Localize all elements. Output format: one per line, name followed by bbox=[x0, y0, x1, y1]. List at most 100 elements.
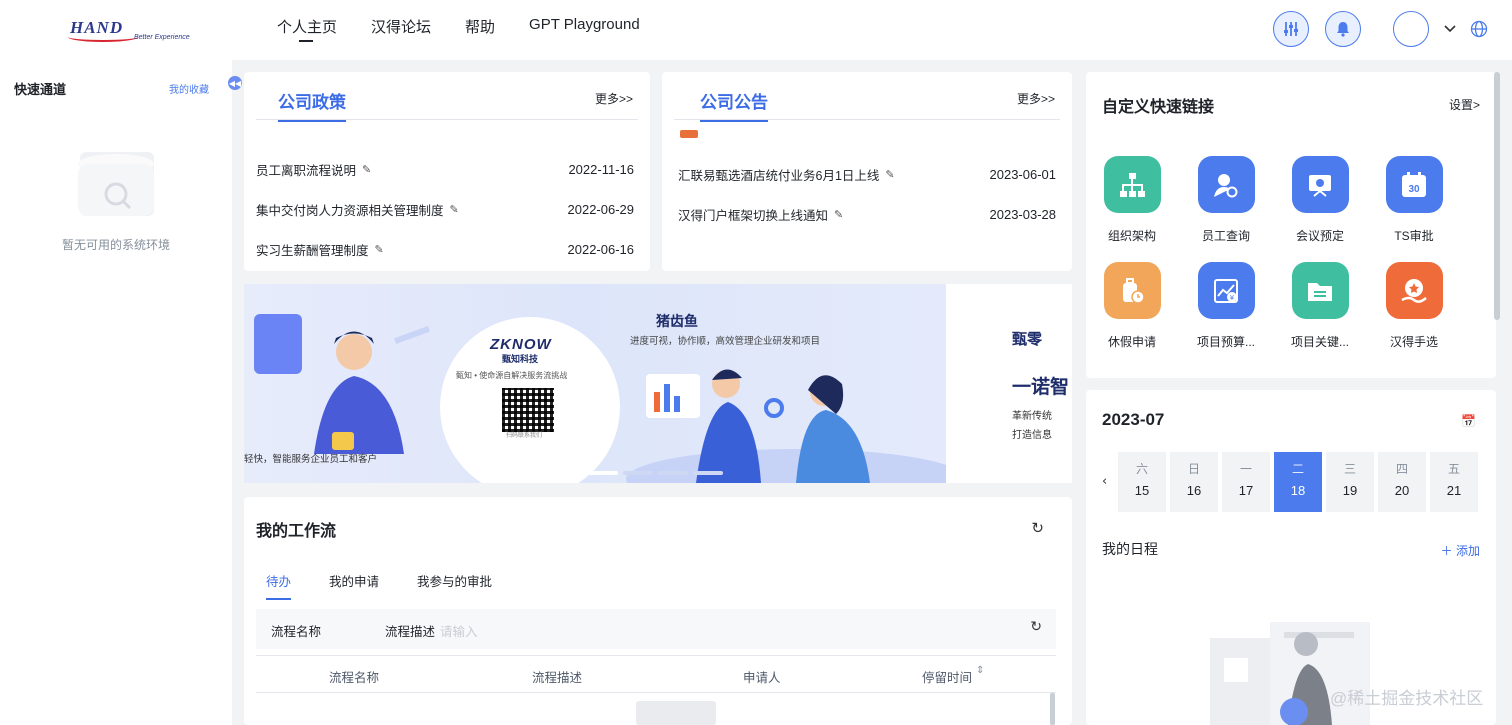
quick-link-label: 组织架构 bbox=[1107, 229, 1156, 243]
notice-row[interactable]: 汉得门户框架切换上线通知 ✎ 2023-03-28 bbox=[678, 204, 1056, 224]
nav-gpt-playground[interactable]: GPT Playground bbox=[529, 16, 640, 38]
qr-code bbox=[502, 388, 554, 432]
folder-icon bbox=[1291, 262, 1349, 319]
banner-next-title: 一诺智 bbox=[1012, 377, 1070, 398]
tab-my-approvals[interactable]: 我参与的审批 bbox=[417, 571, 492, 600]
quick-link-item[interactable]: 项目关键... bbox=[1280, 262, 1360, 350]
policy-row[interactable]: 员工离职流程说明 ✎ 2022-11-16 bbox=[256, 159, 634, 179]
promo-banner[interactable]: 轻快，智能服务企业员工和客户 ZKNOW 甄知科技 甄知 • 使命源自解决服务流… bbox=[244, 284, 1072, 483]
settings-sliders-button[interactable] bbox=[1273, 11, 1309, 47]
nav-forum[interactable]: 汉得论坛 bbox=[371, 16, 431, 38]
user-search-icon bbox=[1197, 156, 1255, 213]
collapse-sidebar-button[interactable]: ◀◀ bbox=[228, 76, 242, 90]
policy-row[interactable]: 集中交付岗人力资源相关管理制度 ✎ 2022-06-29 bbox=[256, 199, 634, 219]
policy-row-title[interactable]: 员工离职流程说明 bbox=[256, 160, 356, 179]
policy-row-title[interactable]: 集中交付岗人力资源相关管理制度 bbox=[256, 200, 444, 219]
nav-home[interactable]: 个人主页 bbox=[277, 16, 337, 42]
workflow-tabs: 待办 我的申请 我参与的审批 bbox=[266, 571, 492, 600]
page-scrollbar[interactable] bbox=[1494, 72, 1500, 320]
calendar-day[interactable]: 四 20 bbox=[1378, 452, 1426, 512]
calendar-prev-button[interactable]: ‹ bbox=[1102, 474, 1107, 489]
quick-links-header: 自定义快速链接 设置> bbox=[1102, 72, 1480, 132]
quick-link-label: 员工查询 bbox=[1201, 229, 1250, 243]
calendar-icon[interactable]: 📅 bbox=[1461, 414, 1476, 428]
sort-icon[interactable]: ⇕ bbox=[976, 665, 984, 676]
calendar-weekday: 六 bbox=[1135, 462, 1148, 476]
calendar-weekday: 日 bbox=[1187, 462, 1200, 476]
quick-link-label: 会议预定 bbox=[1295, 229, 1344, 243]
quick-link-item[interactable]: 汉得手选 bbox=[1374, 262, 1454, 350]
policy-more-link[interactable]: 更多>> bbox=[595, 90, 633, 107]
org-chart-icon bbox=[1103, 156, 1161, 213]
my-schedule-title: 我的日程 bbox=[1102, 541, 1158, 557]
calendar-week-strip: 六 15 日 16 一 17 二 18 三 19 四 20 五 21 bbox=[1118, 452, 1478, 512]
tab-my-requests[interactable]: 我的申请 bbox=[329, 571, 379, 600]
quick-links-settings[interactable]: 设置> bbox=[1449, 96, 1480, 113]
tab-company-policy[interactable]: 公司政策 bbox=[278, 88, 346, 122]
tab-todo[interactable]: 待办 bbox=[266, 571, 292, 600]
quick-link-label: 休假申请 bbox=[1107, 335, 1156, 349]
hand-logo[interactable]: HAND Better Experience bbox=[68, 14, 198, 46]
carousel-dot[interactable] bbox=[658, 471, 688, 475]
empty-state-illustration bbox=[78, 152, 154, 216]
quick-link-item[interactable]: 休假申请 bbox=[1092, 262, 1172, 350]
col-stay-time[interactable]: 停留时间 bbox=[922, 667, 972, 686]
notice-row-date: 2023-03-28 bbox=[989, 206, 1057, 222]
quick-link-item[interactable]: 组织架构 bbox=[1092, 156, 1172, 244]
calendar-date: 19 bbox=[1342, 483, 1358, 498]
add-schedule-button[interactable]: ＋ 添加 bbox=[1441, 542, 1480, 559]
filter-process-desc-input[interactable]: 请输入 bbox=[440, 621, 478, 640]
empty-schedule-illustration bbox=[1210, 622, 1370, 725]
quick-link-item[interactable]: 30 TS审批 bbox=[1374, 156, 1454, 244]
filter-reset-icon[interactable]: ↻ bbox=[1030, 618, 1042, 635]
calendar-weekday: 二 bbox=[1291, 462, 1304, 476]
calendar-day[interactable]: 日 16 bbox=[1170, 452, 1218, 512]
calendar-day[interactable]: 二 18 bbox=[1274, 452, 1322, 512]
quick-link-item[interactable]: 员工查询 bbox=[1186, 156, 1266, 244]
chevron-left-icon: ‹ bbox=[1102, 474, 1108, 489]
calendar-weekday: 三 bbox=[1343, 462, 1356, 476]
calendar-day[interactable]: 六 15 bbox=[1118, 452, 1166, 512]
empty-state-text: 暂无可用的系统环境 bbox=[61, 238, 170, 252]
tab-company-notice[interactable]: 公司公告 bbox=[700, 88, 768, 122]
main-nav: 个人主页 汉得论坛 帮助 GPT Playground bbox=[277, 16, 640, 42]
calendar-date: 21 bbox=[1446, 483, 1462, 498]
quick-link-item[interactable]: 会议预定 bbox=[1280, 156, 1360, 244]
calendar-date: 17 bbox=[1238, 483, 1254, 498]
favorites-link[interactable]: 我的收藏 bbox=[169, 81, 209, 96]
company-policy-card: 公司政策 更多>> 员工离职流程说明 ✎ 2022-11-16 集中交付岗人力资源… bbox=[244, 72, 650, 271]
quick-links-title: 自定义快速链接 bbox=[1102, 99, 1215, 116]
pencil-icon: ✎ bbox=[449, 203, 459, 216]
chevron-down-icon[interactable] bbox=[1444, 24, 1456, 34]
nav-help[interactable]: 帮助 bbox=[465, 16, 495, 38]
carousel-dot[interactable] bbox=[623, 471, 653, 475]
quick-link-item[interactable]: ¥ 项目预算... bbox=[1186, 262, 1266, 350]
globe-icon[interactable] bbox=[1470, 20, 1488, 38]
notice-row[interactable]: 汇联易甄选酒店统付业务6月1日上线 ✎ 2023-06-01 bbox=[678, 164, 1056, 184]
watermark-text: @稀土掘金技术社区 bbox=[1330, 689, 1484, 708]
vacation-icon bbox=[1103, 262, 1161, 319]
notice-row-title[interactable]: 汇联易甄选酒店统付业务6月1日上线 bbox=[678, 165, 879, 184]
table-scrollbar[interactable] bbox=[1050, 693, 1055, 725]
calendar-day[interactable]: 一 17 bbox=[1222, 452, 1270, 512]
svg-text:¥: ¥ bbox=[1230, 294, 1235, 302]
notification-button[interactable] bbox=[1325, 11, 1361, 47]
carousel-dot[interactable] bbox=[588, 471, 618, 475]
filter-process-name-label[interactable]: 流程名称 bbox=[271, 621, 321, 640]
sidebar-title: 快速通道 bbox=[14, 82, 67, 97]
user-avatar[interactable] bbox=[1393, 11, 1429, 47]
pencil-icon: ✎ bbox=[374, 243, 384, 256]
notice-row-title[interactable]: 汉得门户框架切换上线通知 bbox=[678, 205, 828, 224]
banner-next-logo: 甄零 bbox=[1012, 331, 1043, 348]
policy-row-title[interactable]: 实习生薪酬管理制度 bbox=[256, 240, 369, 259]
workflow-refresh-button[interactable]: ↻ bbox=[1031, 519, 1044, 537]
policy-row[interactable]: 实习生薪酬管理制度 ✎ 2022-06-16 bbox=[256, 239, 634, 259]
calendar-day[interactable]: 三 19 bbox=[1326, 452, 1374, 512]
hand-pick-icon bbox=[1385, 262, 1443, 319]
workflow-filter-bar: 流程名称 流程描述 请输入 ↻ bbox=[256, 609, 1056, 649]
calendar-day[interactable]: 五 21 bbox=[1430, 452, 1478, 512]
carousel-dot[interactable] bbox=[693, 471, 723, 475]
notice-more-link[interactable]: 更多>> bbox=[1017, 90, 1055, 107]
logo-tagline: Better Experience bbox=[134, 34, 190, 41]
plus-icon: ＋ bbox=[1440, 544, 1456, 558]
